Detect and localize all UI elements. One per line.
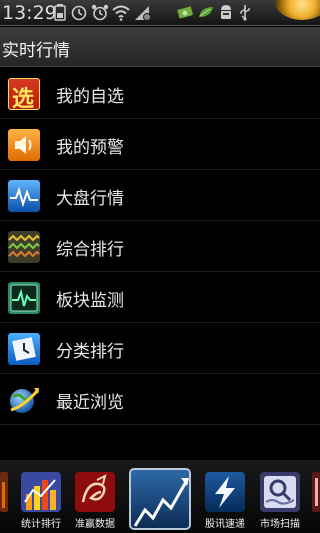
monitor-icon	[8, 282, 40, 314]
dock-item-stock-news[interactable]: 股讯速递	[202, 472, 248, 530]
bottom-dock: 统计排行 准赢数据 股讯速递 市场扫描	[0, 460, 320, 533]
status-bar: 13:29	[0, 0, 320, 26]
menu-item-label: 综合排行	[56, 240, 124, 260]
usb-debug-icon	[240, 5, 250, 21]
page-title: 实时行情	[2, 41, 70, 61]
menu-item-recent-views[interactable]: 最近浏览	[0, 374, 320, 425]
signal-icon	[135, 6, 151, 21]
select-icon: 选	[8, 78, 40, 110]
menu-item-market-overview[interactable]: 大盘行情	[0, 170, 320, 221]
dock-item-main-chart[interactable]	[129, 468, 191, 530]
title-bar: 实时行情	[0, 27, 320, 67]
wave-icon	[8, 180, 40, 212]
menu-item-label: 分类排行	[56, 342, 124, 362]
multi-wave-icon	[8, 231, 40, 263]
scan-icon	[260, 472, 300, 512]
menu-item-label: 我的预警	[56, 138, 124, 158]
clock-icon	[8, 333, 40, 365]
dock-item-label: 股讯速递	[205, 519, 245, 530]
lightning-icon	[205, 472, 245, 512]
globe-icon	[8, 384, 40, 416]
dock-item-win-data[interactable]: 准赢数据	[72, 472, 118, 530]
dock-item-label: 准赢数据	[75, 519, 115, 530]
speaker-icon	[8, 129, 40, 161]
menu-item-sector-monitor[interactable]: 板块监测	[0, 272, 320, 323]
dock-item-stat-ranking[interactable]: 统计排行	[18, 472, 64, 530]
wifi-icon	[112, 5, 130, 21]
menu-item-my-watchlist[interactable]: 选 我的自选	[0, 68, 320, 119]
trend-chart-icon	[133, 478, 189, 527]
menu-item-label: 我的自选	[56, 87, 124, 107]
usb-icon	[221, 5, 231, 19]
status-time: 13:29	[2, 2, 57, 24]
menu-item-label: 最近浏览	[56, 393, 124, 413]
money-icon	[177, 6, 193, 19]
dock-item-label: 市场扫描	[260, 519, 300, 530]
dock-left-edge	[0, 472, 8, 512]
dock-item-label: 统计排行	[21, 519, 61, 530]
dragon-icon	[75, 472, 115, 512]
select-icon-glyph: 选	[12, 87, 35, 110]
main-menu: 选 我的自选 我的预警 大盘行情 综合排行 板块监测 分类排行 最近浏览	[0, 68, 320, 425]
menu-item-my-alerts[interactable]: 我的预警	[0, 119, 320, 170]
clock-icon	[71, 5, 87, 21]
dock-right-edge	[312, 472, 320, 512]
bar-chart-icon	[21, 472, 61, 512]
battery-icon	[54, 4, 66, 21]
menu-item-label: 板块监测	[56, 291, 124, 311]
status-glow	[274, 0, 320, 20]
menu-item-category-ranking[interactable]: 分类排行	[0, 323, 320, 374]
menu-item-overall-ranking[interactable]: 综合排行	[0, 221, 320, 272]
alarm-icon	[91, 4, 109, 21]
menu-item-label: 大盘行情	[56, 189, 124, 209]
dock-item-market-scan[interactable]: 市场扫描	[257, 472, 303, 530]
leaf-icon	[199, 7, 213, 17]
